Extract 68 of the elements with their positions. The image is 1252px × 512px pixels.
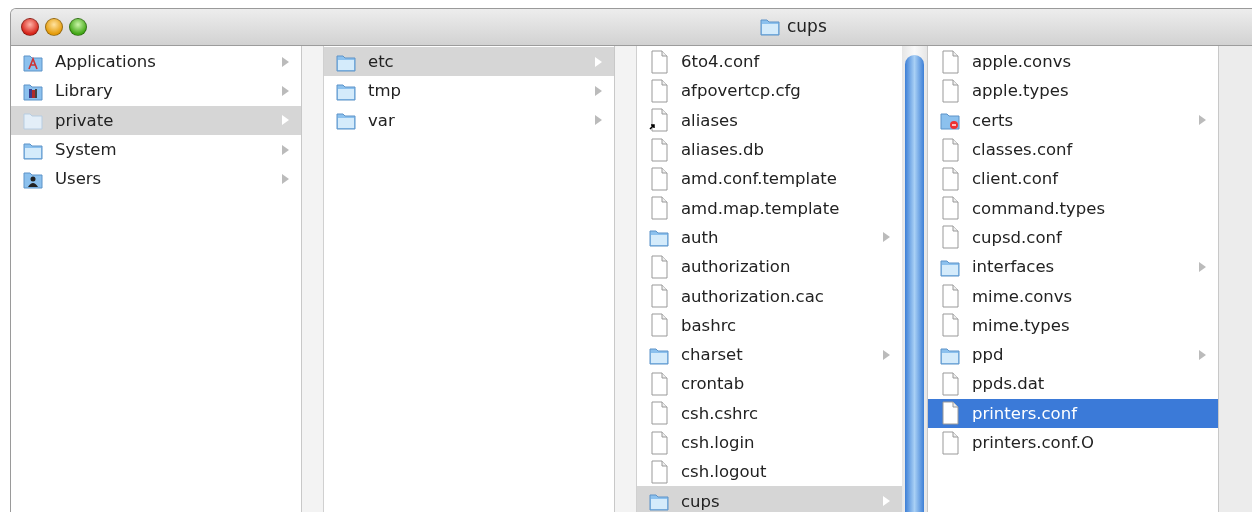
document-icon xyxy=(649,166,669,191)
document-icon xyxy=(940,430,960,455)
file-list-item[interactable]: etc xyxy=(324,47,614,77)
file-list-item[interactable]: printers.conf.O xyxy=(928,427,1218,458)
file-list-item[interactable]: Library xyxy=(11,76,301,106)
file-list-item[interactable]: certs xyxy=(928,105,1218,135)
file-list-item[interactable]: Applications xyxy=(11,47,301,77)
file-list-item[interactable]: amd.conf.template xyxy=(637,164,902,194)
file-list-item[interactable]: csh.cshrc xyxy=(637,398,902,428)
file-list-item[interactable]: mime.convs xyxy=(928,281,1218,311)
file-list-item[interactable]: printers.conf xyxy=(928,398,1218,428)
file-list-item[interactable]: charset xyxy=(637,339,902,370)
document-icon xyxy=(940,401,960,426)
file-list-item[interactable]: private xyxy=(11,105,301,135)
file-list-item[interactable]: var xyxy=(324,105,614,135)
scroll-thumb[interactable] xyxy=(905,55,924,512)
file-list-item[interactable]: authorization xyxy=(637,252,902,282)
document-icon xyxy=(649,49,669,74)
zoom-button[interactable] xyxy=(69,18,87,36)
document-icon xyxy=(649,196,669,221)
file-list-item[interactable]: cupsd.conf xyxy=(928,222,1218,253)
document-icon xyxy=(940,196,960,221)
file-list-item[interactable]: cups xyxy=(637,486,902,512)
document-icon xyxy=(649,254,669,279)
file-list-item[interactable]: System xyxy=(11,134,301,165)
document-icon xyxy=(649,78,669,103)
file-list-item[interactable]: aliases.db xyxy=(637,134,902,165)
file-list-item[interactable]: crontab xyxy=(637,369,902,399)
window-title: cups xyxy=(787,16,827,36)
file-list-item[interactable]: command.types xyxy=(928,193,1218,223)
document-icon xyxy=(940,166,960,191)
minimize-button[interactable] xyxy=(45,18,63,36)
file-list-item[interactable]: ppds.dat xyxy=(928,369,1218,399)
document-icon xyxy=(940,284,960,308)
document-icon xyxy=(940,78,960,103)
file-list-item[interactable]: authorization.cac xyxy=(637,281,902,311)
close-button[interactable] xyxy=(21,18,39,36)
file-list-item[interactable]: csh.logout xyxy=(637,457,902,487)
document-icon xyxy=(649,430,669,455)
file-list-item[interactable]: tmp xyxy=(324,76,614,106)
file-list-item[interactable]: client.conf xyxy=(928,164,1218,194)
file-list-item[interactable]: aliases xyxy=(637,105,902,135)
document-icon xyxy=(940,313,960,338)
file-list-item[interactable]: afpovertcp.cfg xyxy=(637,76,902,106)
file-list-item[interactable]: apple.convs xyxy=(928,47,1218,77)
document-icon xyxy=(940,49,960,74)
file-list-item[interactable]: interfaces xyxy=(928,252,1218,282)
document-icon xyxy=(649,371,669,396)
document-icon xyxy=(940,137,960,162)
file-list-item[interactable]: bashrc xyxy=(637,310,902,340)
document-icon xyxy=(649,137,669,162)
document-icon xyxy=(649,401,669,426)
document-icon xyxy=(649,284,669,308)
document-icon xyxy=(649,459,669,484)
file-list-item[interactable]: classes.conf xyxy=(928,134,1218,165)
file-list-item[interactable]: ppd xyxy=(928,339,1218,370)
file-list-item[interactable]: Users xyxy=(11,164,301,194)
document-icon xyxy=(940,371,960,396)
file-list-item[interactable]: amd.map.template xyxy=(637,193,902,223)
file-list-item[interactable]: csh.login xyxy=(637,427,902,458)
file-list-item[interactable]: 6to4.conf xyxy=(637,47,902,77)
file-list-item[interactable]: apple.types xyxy=(928,76,1218,106)
file-list-item[interactable]: mime.types xyxy=(928,310,1218,340)
document-icon xyxy=(649,313,669,338)
file-list-item[interactable]: auth xyxy=(637,222,902,253)
scrollbar[interactable] xyxy=(902,46,927,512)
document-icon xyxy=(940,225,960,250)
alias-document-icon xyxy=(649,108,669,133)
